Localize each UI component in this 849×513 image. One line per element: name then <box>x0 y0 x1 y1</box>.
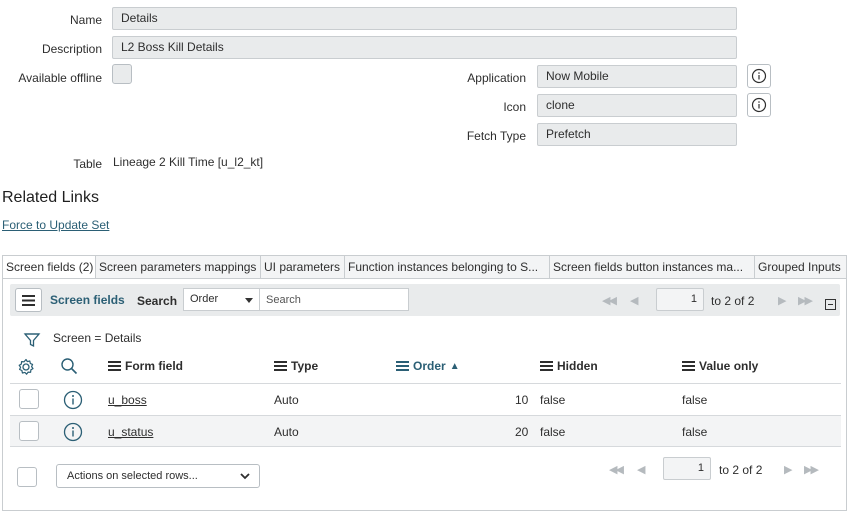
column-menu-icon <box>396 359 409 373</box>
page-range-text: to 2 of 2 <box>719 463 763 477</box>
hidden-cell: false <box>540 425 566 439</box>
search-icon[interactable] <box>60 357 78 375</box>
row-select-checkbox[interactable] <box>19 421 39 441</box>
next-page-icon[interactable]: ▶ <box>778 294 787 307</box>
tab-screen-parameters-mappings[interactable]: Screen parameters mappings <box>96 255 261 279</box>
related-links-heading: Related Links <box>2 189 99 206</box>
column-header-form-field[interactable]: Form field <box>108 359 183 373</box>
list-menu-button[interactable] <box>15 288 42 312</box>
tab-function-instances[interactable]: Function instances belonging to S... <box>345 255 550 279</box>
info-icon <box>751 68 767 84</box>
row-select-checkbox[interactable] <box>19 389 39 409</box>
screen-fields-panel: Screen fields Search Order ◀◀ ◀ 1 to 2 o… <box>2 278 847 511</box>
hamburger-icon <box>22 294 35 306</box>
column-menu-icon <box>540 359 553 373</box>
icon-field[interactable]: clone <box>537 94 737 117</box>
description-label: Description <box>41 42 102 56</box>
column-label: Order <box>413 359 446 373</box>
icon-info-button[interactable] <box>747 93 771 117</box>
actions-label: Actions on selected rows... <box>67 470 198 482</box>
actions-on-selected-rows-select[interactable]: Actions on selected rows... <box>56 464 260 488</box>
first-page-icon[interactable]: ◀◀ <box>602 294 617 307</box>
search-input[interactable] <box>259 288 409 311</box>
name-label: Name <box>69 13 102 27</box>
related-list-tabs: Screen fields (2) Screen parameters mapp… <box>2 255 847 279</box>
page-number-input[interactable]: 1 <box>656 288 704 311</box>
name-field[interactable]: Details <box>112 7 737 30</box>
select-all-checkbox[interactable] <box>17 467 37 487</box>
table-row: u_boss Auto 10 false false <box>10 383 841 415</box>
gear-icon[interactable] <box>17 358 35 376</box>
column-header-hidden[interactable]: Hidden <box>540 359 598 373</box>
column-menu-icon <box>682 359 695 373</box>
sort-ascending-icon: ▲ <box>449 360 460 372</box>
fetch-type-field[interactable]: Prefetch <box>537 123 737 146</box>
first-page-icon[interactable]: ◀◀ <box>609 463 624 476</box>
column-menu-icon <box>274 359 287 373</box>
tab-grouped-inputs[interactable]: Grouped Inputs <box>755 255 847 279</box>
page-number-input[interactable]: 1 <box>663 457 711 480</box>
prev-page-icon[interactable]: ◀ <box>637 463 646 476</box>
description-field[interactable]: L2 Boss Kill Details <box>112 36 737 59</box>
column-label: Type <box>291 359 319 373</box>
type-cell: Auto <box>274 393 299 407</box>
icon-label: Icon <box>503 100 526 114</box>
hidden-cell: false <box>540 393 566 407</box>
column-label: Value only <box>699 359 759 373</box>
application-field[interactable]: Now Mobile <box>537 65 737 88</box>
column-header-order[interactable]: Order ▲ <box>396 359 460 373</box>
list-toolbar: Screen fields Search Order ◀◀ ◀ 1 to 2 o… <box>10 284 840 316</box>
list-title: Screen fields <box>50 293 125 307</box>
prev-page-icon[interactable]: ◀ <box>630 294 639 307</box>
application-label: Application <box>467 71 526 85</box>
last-page-icon[interactable]: ▶▶ <box>804 463 819 476</box>
table-label: Table <box>73 157 102 171</box>
filter-funnel-icon[interactable] <box>23 331 41 349</box>
available-offline-label: Available offline <box>18 71 102 85</box>
force-update-set-link[interactable]: Force to Update Set <box>2 218 109 232</box>
value-only-cell: false <box>682 393 708 407</box>
order-cell: 20 <box>515 425 529 439</box>
fetch-type-label: Fetch Type <box>466 129 526 143</box>
table-row: u_status Auto 20 false false <box>10 415 841 447</box>
tab-ui-parameters[interactable]: UI parameters <box>261 255 345 279</box>
info-icon[interactable] <box>63 390 83 410</box>
filter-text: Screen = Details <box>53 331 142 345</box>
last-page-icon[interactable]: ▶▶ <box>798 294 813 307</box>
info-icon[interactable] <box>63 422 83 442</box>
column-label: Form field <box>125 359 184 373</box>
tab-screen-fields-button-instances[interactable]: Screen fields button instances ma... <box>550 255 755 279</box>
info-icon <box>751 97 767 113</box>
column-header-type[interactable]: Type <box>274 359 318 373</box>
tab-screen-fields[interactable]: Screen fields (2) <box>2 255 96 279</box>
table-value: Lineage 2 Kill Time [u_l2_kt] <box>113 155 264 169</box>
form-field-link[interactable]: u_status <box>108 425 153 439</box>
value-only-cell: false <box>682 425 708 439</box>
next-page-icon[interactable]: ▶ <box>784 463 793 476</box>
column-header-value-only[interactable]: Value only <box>682 359 758 373</box>
form-field-link[interactable]: u_boss <box>108 393 147 407</box>
column-label: Hidden <box>557 359 598 373</box>
caret-down-icon <box>245 298 253 303</box>
column-menu-icon <box>108 359 121 373</box>
collapse-icon[interactable] <box>825 299 836 310</box>
search-field-select[interactable]: Order <box>183 288 260 311</box>
page-range-text: to 2 of 2 <box>711 294 755 308</box>
order-cell: 10 <box>515 393 529 407</box>
search-label: Search <box>137 294 178 308</box>
type-cell: Auto <box>274 425 299 439</box>
chevron-down-icon <box>240 473 250 480</box>
search-field-selected: Order <box>190 293 219 305</box>
available-offline-checkbox[interactable] <box>112 64 132 84</box>
application-info-button[interactable] <box>747 64 771 88</box>
